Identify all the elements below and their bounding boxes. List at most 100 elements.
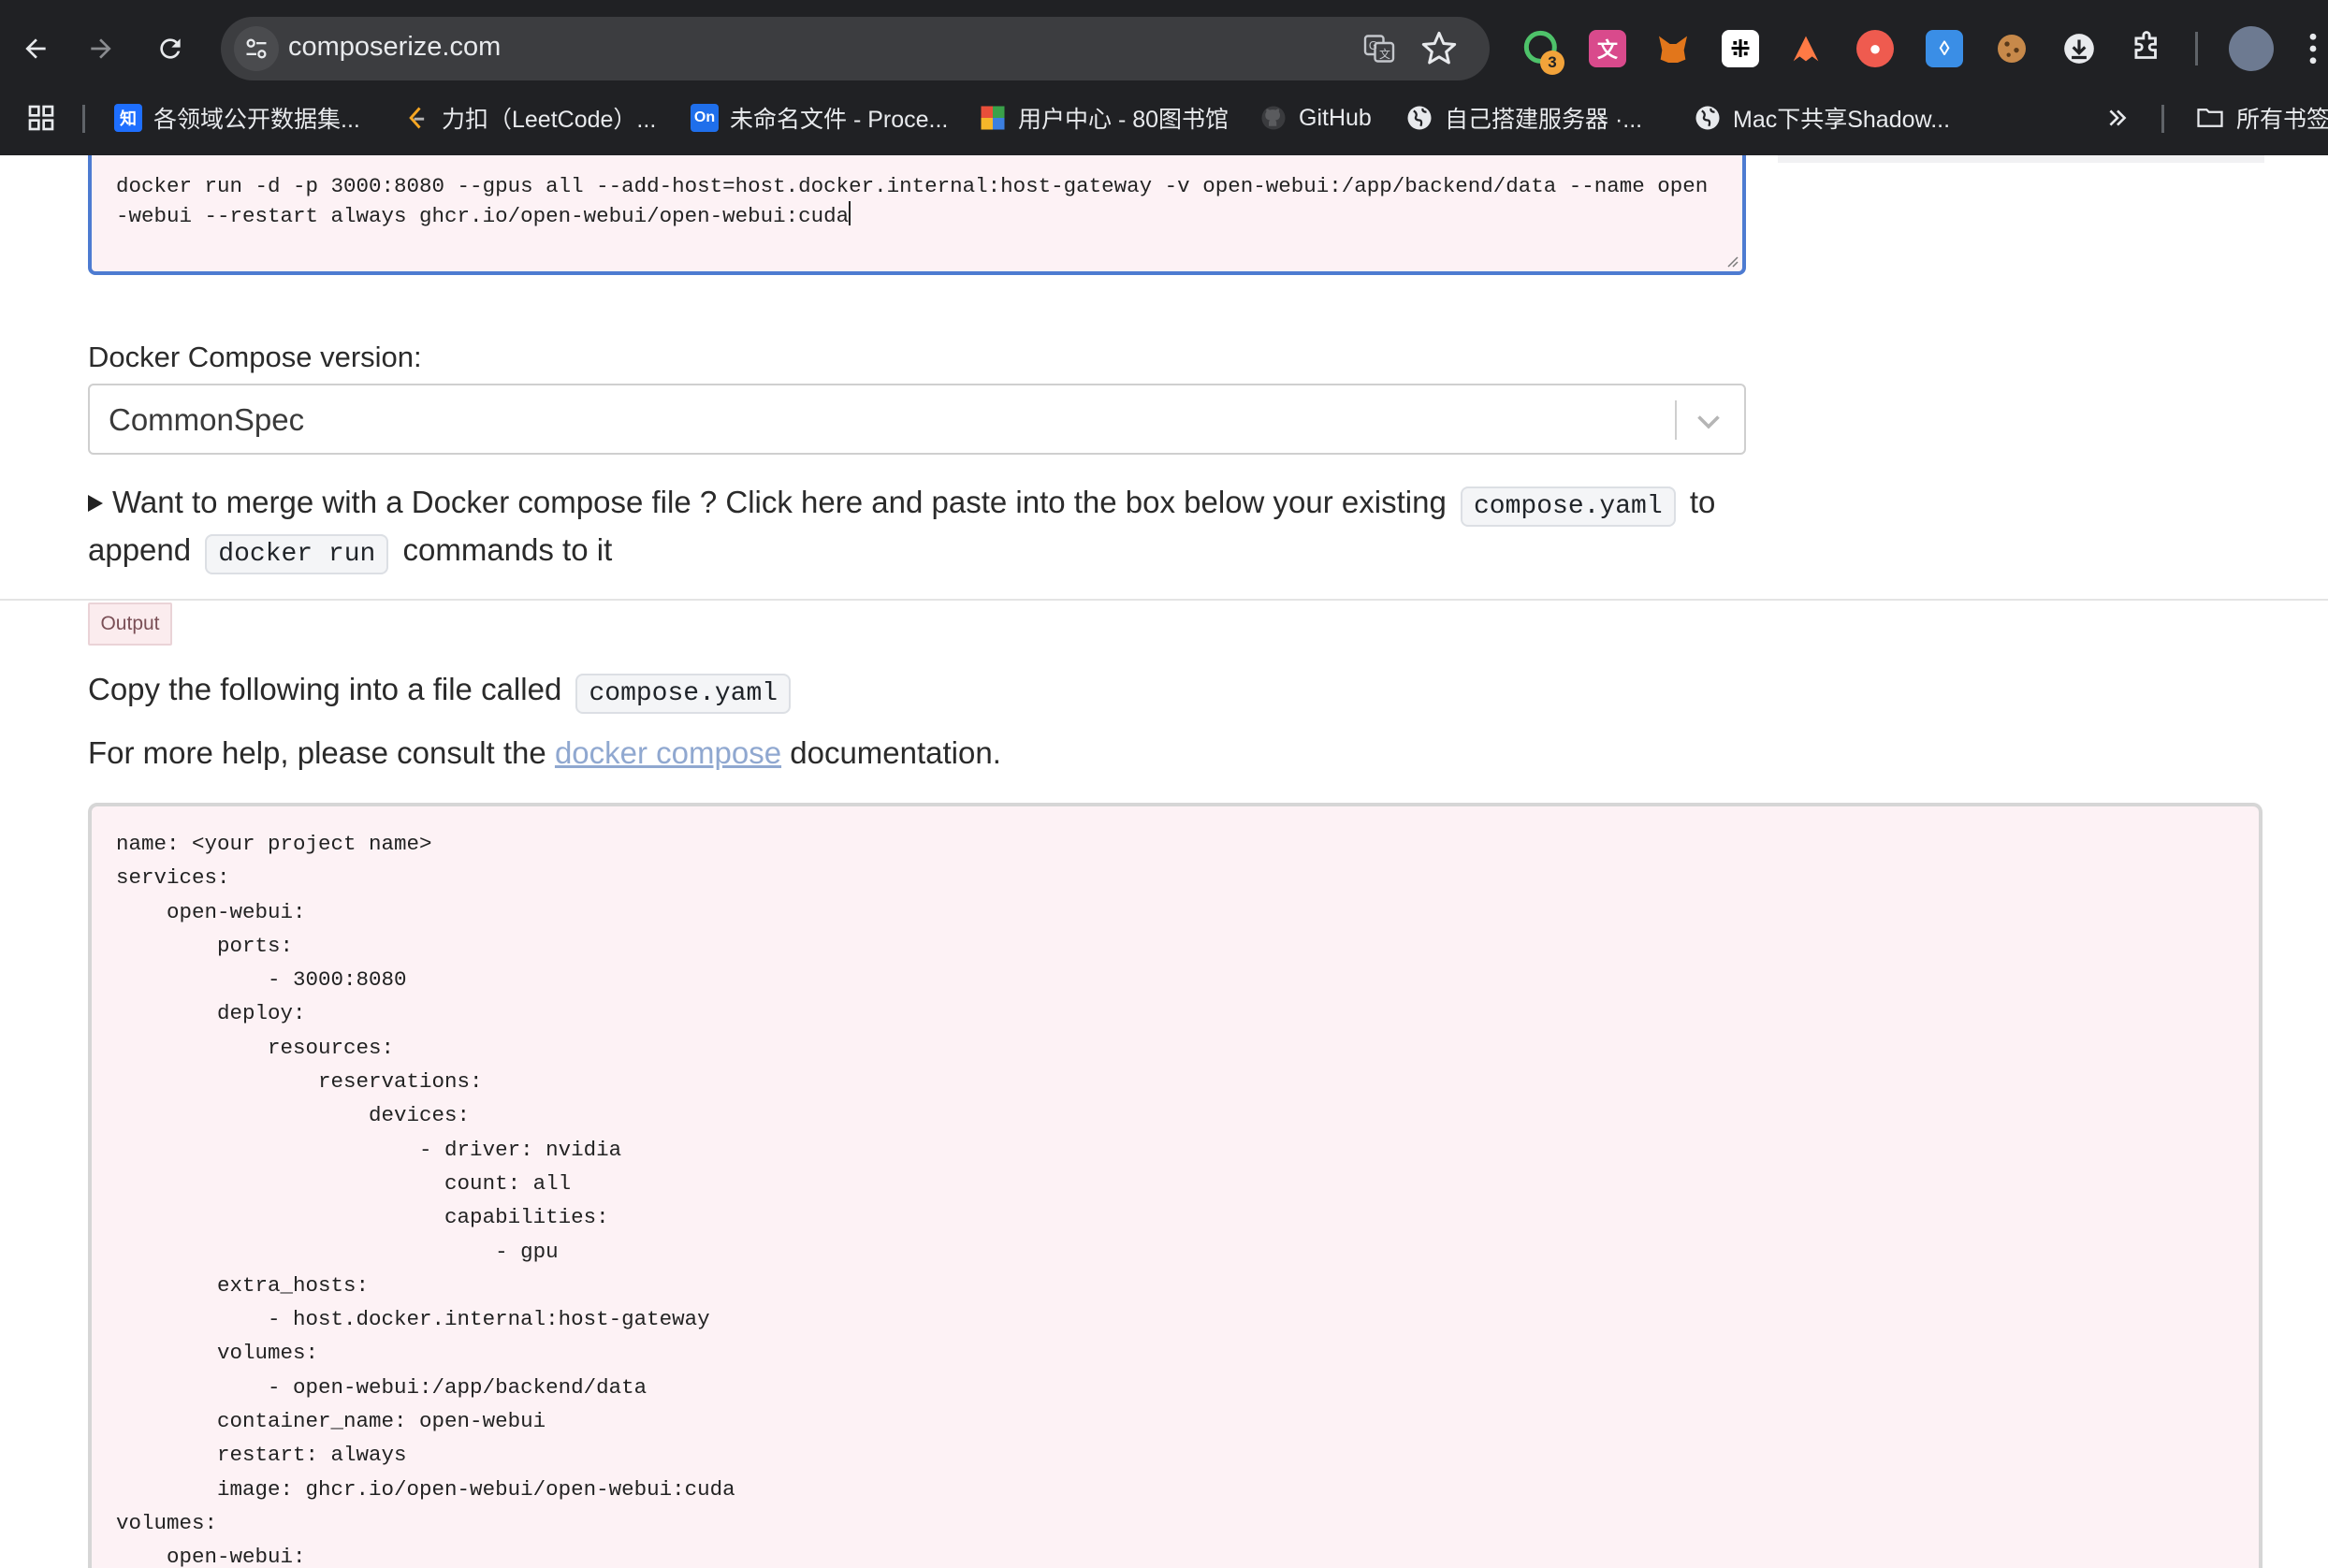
svg-text:文: 文	[1379, 47, 1390, 61]
bookmark-label: 用户中心 - 80图书馆	[1018, 107, 1229, 133]
spark-icon	[1793, 36, 1819, 62]
back-button[interactable]	[11, 24, 60, 73]
folder-icon	[2197, 109, 2223, 127]
yaml-line: volumes:	[116, 1341, 319, 1366]
compose-version-value: CommonSpec	[109, 402, 305, 437]
bookmarks-bar: 知 各领域公开数据集... 力扣（LeetCode）... On 未命名文件 -…	[0, 97, 2328, 138]
apps-button[interactable]	[26, 97, 56, 138]
browser-chrome: composerize.com G 文 3 文 ⁜ ● ◊ 知 各领域公开数据集…	[0, 0, 2328, 155]
copy-instructions: Copy the following into a file called co…	[88, 668, 796, 716]
menu-button[interactable]	[2294, 30, 2328, 67]
all-bookmarks-button[interactable]: 所有书签	[2195, 97, 2328, 138]
extensions-button[interactable]	[2128, 30, 2165, 67]
bookmark-label: 各领域公开数据集...	[153, 107, 360, 133]
yaml-line: volumes:	[116, 1510, 218, 1535]
compose-yaml-output[interactable]: name: <your project name> services: open-…	[88, 803, 2263, 1568]
forward-button[interactable]	[77, 24, 125, 73]
site-info-button[interactable]	[234, 26, 279, 71]
address-bar[interactable]: composerize.com G 文	[221, 17, 1490, 80]
zhihu-icon: 知	[114, 104, 142, 132]
more-bookmarks-button[interactable]	[2105, 97, 2130, 138]
text-caret	[849, 201, 851, 225]
bookmark-label: 自己搭建服务器 ·...	[1445, 107, 1643, 133]
yaml-line: restart: always	[116, 1443, 407, 1468]
bookmark-item-4[interactable]: GitHub	[1259, 97, 1372, 138]
reload-button[interactable]	[146, 24, 195, 73]
yaml-line: open-webui:	[116, 1545, 306, 1568]
bookmark-label: GitHub	[1299, 104, 1372, 131]
yaml-line: - open-webui:/app/backend/data	[116, 1374, 647, 1400]
help-suffix: documentation.	[790, 735, 1001, 770]
compose-version-label: Docker Compose version:	[88, 341, 422, 373]
extension-grid-icon[interactable]: ⁜	[1722, 30, 1759, 67]
yaml-line: reservations:	[116, 1069, 483, 1095]
yaml-line: deploy:	[116, 1001, 306, 1026]
yaml-line: ports:	[116, 933, 294, 958]
docker-run-input[interactable]: docker run -d -p 3000:8080 --gpus all --…	[88, 155, 1746, 275]
bookmark-label: 力扣（LeetCode）...	[442, 107, 657, 133]
yaml-line: image: ghcr.io/open-webui/open-webui:cud…	[116, 1476, 735, 1502]
extension-spark-icon[interactable]	[1787, 30, 1825, 67]
extension-cookie-icon[interactable]	[1993, 30, 2030, 67]
leetcode-icon	[402, 104, 430, 132]
merge-code-compose-yaml: compose.yaml	[1461, 486, 1676, 527]
yaml-line: name: <your project name>	[116, 832, 432, 856]
processon-icon: On	[691, 104, 719, 132]
arrow-left-icon	[25, 38, 46, 59]
globe-icon	[1405, 104, 1433, 132]
disclosure-triangle-icon	[88, 495, 103, 512]
bookmarks-separator	[82, 105, 85, 133]
tune-icon	[246, 38, 267, 59]
compose-version-select[interactable]: CommonSpec	[88, 384, 1746, 455]
merge-compose-toggle[interactable]: Want to merge with a Docker compose file…	[88, 481, 1753, 576]
merge-text-before: Want to merge with a Docker compose file…	[112, 485, 1447, 519]
docker-run-text: docker run -d -p 3000:8080 --gpus all --…	[116, 174, 1709, 228]
help-prefix: For more help, please consult the	[88, 735, 546, 770]
yaml-line: - 3000:8080	[116, 967, 407, 993]
yaml-line: container_name: open-webui	[116, 1409, 546, 1434]
bookmark-item-6[interactable]: Mac下共享Shadow...	[1694, 97, 1950, 138]
extension-translate-icon[interactable]: 文	[1589, 30, 1626, 67]
extension-metamask-icon[interactable]	[1654, 30, 1692, 67]
bookmark-item-2[interactable]: On 未命名文件 - Proce...	[691, 97, 948, 138]
yaml-line: services:	[116, 865, 230, 891]
yaml-line: open-webui:	[116, 899, 306, 924]
url-text[interactable]: composerize.com	[288, 32, 501, 63]
page-content: docker run -d -p 3000:8080 --gpus all --…	[0, 155, 2328, 1568]
globe-icon	[1694, 104, 1722, 132]
help-text: For more help, please consult the docker…	[88, 732, 1001, 775]
output-tab[interactable]: Output	[88, 603, 172, 646]
bookmark-item-5[interactable]: 自己搭建服务器 ·...	[1405, 97, 1642, 138]
translate-icon[interactable]: G 文	[1362, 32, 1396, 65]
github-icon	[1259, 104, 1288, 132]
copy-prefix: Copy the following into a file called	[88, 672, 562, 706]
yaml-line: extra_hosts:	[116, 1272, 370, 1298]
fox-icon	[1659, 36, 1687, 63]
reload-icon	[160, 38, 181, 59]
apps-grid-icon	[28, 105, 54, 131]
bookmark-star-icon[interactable]	[1420, 30, 1458, 67]
toolbar-separator	[2195, 32, 2198, 65]
all-bookmarks-label: 所有书签	[2236, 107, 2328, 133]
yaml-line: - gpu	[116, 1239, 559, 1264]
bookmark-item-3[interactable]: 用户中心 - 80图书馆	[979, 97, 1229, 138]
resize-grip-icon[interactable]	[1724, 253, 1739, 268]
download-button[interactable]	[2060, 30, 2098, 67]
library-icon	[979, 104, 1007, 132]
bookmark-label: 未命名文件 - Proce...	[730, 107, 949, 133]
merge-code-docker-run: docker run	[205, 534, 389, 574]
section-divider	[0, 599, 2328, 601]
docker-compose-docs-link[interactable]: docker compose	[555, 735, 781, 770]
extension-grammar-icon[interactable]: 3	[1523, 30, 1564, 75]
profile-avatar[interactable]	[2229, 26, 2274, 71]
bookmark-item-0[interactable]: 知 各领域公开数据集...	[114, 97, 360, 138]
extension-drop-icon[interactable]: ◊	[1926, 30, 1963, 67]
chevron-double-right-icon	[2109, 109, 2127, 126]
chevron-down-icon[interactable]	[1692, 404, 1725, 438]
copy-code-compose-yaml: compose.yaml	[575, 674, 792, 714]
yaml-line: - host.docker.internal:host-gateway	[116, 1307, 710, 1332]
yaml-line: resources:	[116, 1035, 395, 1060]
extension-alarm-icon[interactable]: ●	[1856, 30, 1894, 67]
bookmark-item-1[interactable]: 力扣（LeetCode）...	[402, 97, 656, 138]
puzzle-icon	[2134, 31, 2157, 59]
